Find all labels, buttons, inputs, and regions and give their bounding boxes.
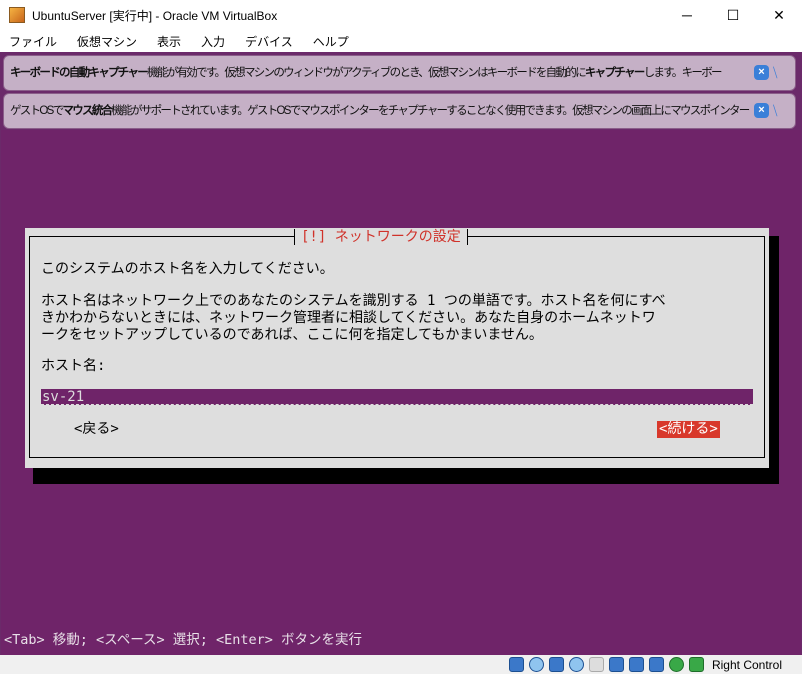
description-line: ークをセットアップしているのであれば、ここに何を指定してもかまいません。 — [41, 327, 543, 344]
optical-disc-icon[interactable] — [529, 657, 544, 672]
network-icon[interactable] — [549, 657, 564, 672]
keyboard-capture-notice: キーボードの自動キャプチャー機能が有効です。仮想マシンのウィンドウがアクティブの… — [3, 55, 796, 91]
usb-icon[interactable] — [569, 657, 584, 672]
menu-machine[interactable]: 仮想マシン — [77, 33, 137, 50]
notice-text: ゲストOSで — [10, 105, 62, 117]
notice-text: 機能がサポートされています。ゲストOSでマウスポインターをチャプチャーすることな… — [111, 105, 748, 117]
display-icon[interactable] — [609, 657, 624, 672]
notice-bold: キーボードの自動キャプチャー — [10, 67, 147, 79]
minimize-button[interactable]: ─ — [664, 0, 710, 30]
window-title: UbuntuServer [実行中] - Oracle VM VirtualBo… — [32, 7, 277, 24]
hostname-input[interactable]: sv-21 — [41, 389, 753, 405]
cpu-icon[interactable] — [649, 657, 664, 672]
do-not-show-icon[interactable]: ⧹ — [773, 103, 789, 118]
close-notice-icon[interactable]: × — [754, 65, 769, 80]
notice-text: 機能が有効です。仮想マシンのウィンドウがアクティブのとき、仮想マシンはキーボード… — [147, 67, 585, 79]
mouse-integration-notice: ゲストOSでマウス統合機能がサポートされています。ゲストOSでマウスポインターを… — [3, 93, 796, 129]
close-button[interactable]: ✕ — [756, 0, 802, 30]
menu-help[interactable]: ヘルプ — [313, 33, 349, 50]
status-bar: Right Control — [0, 655, 802, 674]
notice-bold: マウス統合 — [62, 105, 111, 117]
menu-devices[interactable]: デバイス — [245, 33, 293, 50]
network-config-dialog: [!] ネットワークの設定 このシステムのホスト名を入力してください。 ホスト名… — [25, 228, 769, 468]
notice-bold: キャプチャー — [585, 67, 644, 79]
description-line: ホスト名はネットワーク上でのあなたのシステムを識別する 1 つの単語です。ホスト… — [41, 293, 666, 310]
do-not-show-icon[interactable]: ⧹ — [773, 65, 789, 80]
notice-text: します。キーボー — [644, 67, 721, 79]
dialog-title: [!] ネットワークの設定 — [294, 229, 468, 245]
continue-button[interactable]: <続ける> — [657, 421, 720, 438]
menu-bar: ファイル 仮想マシン 表示 入力 デバイス ヘルプ — [0, 30, 802, 52]
close-notice-icon[interactable]: × — [754, 103, 769, 118]
video-capture-icon[interactable] — [629, 657, 644, 672]
vm-screen[interactable]: [!] ネットワークの設定 このシステムのホスト名を入力してください。 ホスト名… — [1, 130, 801, 655]
menu-view[interactable]: 表示 — [157, 33, 181, 50]
menu-file[interactable]: ファイル — [9, 33, 57, 50]
virtualbox-icon — [9, 7, 25, 23]
description-line: きかわからないときには、ネットワーク管理者に相談してください。あなた自身のホーム… — [41, 310, 656, 327]
hostname-label: ホスト名: — [41, 358, 105, 375]
keyboard-capture-icon[interactable] — [689, 657, 704, 672]
host-key-label: Right Control — [712, 658, 782, 672]
back-button[interactable]: <戻る> — [74, 421, 119, 438]
key-help: <Tab> 移動; <スペース> 選択; <Enter> ボタンを実行 — [4, 628, 362, 648]
maximize-button[interactable]: ☐ — [710, 0, 756, 30]
mouse-integration-icon[interactable] — [669, 657, 684, 672]
menu-input[interactable]: 入力 — [201, 33, 225, 50]
hdd-icon[interactable] — [509, 657, 524, 672]
hostname-prompt: このシステムのホスト名を入力してください。 — [41, 261, 334, 278]
shared-folder-icon[interactable] — [589, 657, 604, 672]
title-bar: UbuntuServer [実行中] - Oracle VM VirtualBo… — [0, 0, 802, 30]
